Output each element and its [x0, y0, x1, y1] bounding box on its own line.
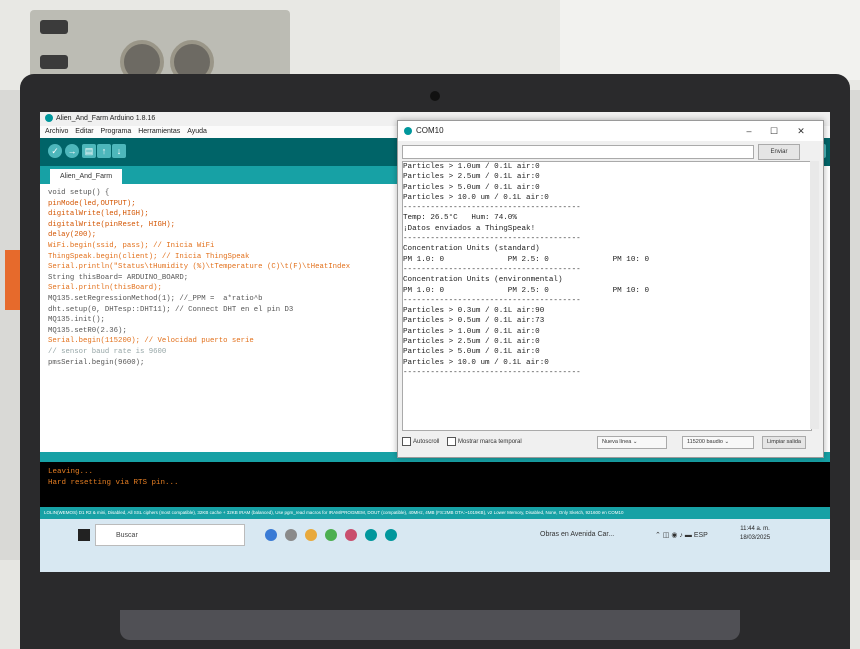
verify-icon[interactable]: ✓ — [48, 144, 62, 158]
serial-line: --------------------------------------- — [403, 204, 581, 213]
timestamp-label: Mostrar marca temporal — [458, 439, 522, 445]
taskview-icon[interactable] — [265, 529, 277, 541]
system-tray[interactable]: ⌃ ◫ ◉ ♪ ▬ ESP — [655, 531, 708, 539]
taskbar-clock[interactable]: 11:44 a. m. 18/03/2025 — [740, 525, 770, 543]
windows-taskbar: Buscar Obras en Avenida Car... ⌃ ◫ ◉ ♪ ▬… — [40, 519, 830, 572]
serial-line: Particles > 0.3um / 0.1L air:90 — [403, 307, 545, 316]
save-file-icon[interactable]: ↓ — [112, 144, 126, 158]
serial-line: --------------------------------------- — [403, 235, 581, 244]
serial-line: Particles > 2.5um / 0.1L air:0 — [403, 338, 540, 347]
menu-programa[interactable]: Programa — [101, 128, 132, 135]
ide-window-title: Alien_And_Farm Arduino 1.8.16 — [56, 115, 156, 122]
checkbox-icon — [402, 436, 411, 446]
serial-monitor-window: COM10 – ☐ ✕ Enviar Particles > 1.0um / 0… — [397, 120, 824, 458]
menu-editar[interactable]: Editar — [75, 128, 93, 135]
chevron-down-icon: ⌄ — [724, 439, 730, 445]
laptop-screen: Alien_And_Farm Arduino 1.8.16 Archivo Ed… — [40, 112, 830, 572]
minimize-icon[interactable]: – — [738, 121, 760, 141]
instrument-key — [40, 55, 68, 69]
output-console: Leaving... Hard resetting via RTS pin... — [40, 462, 830, 507]
serial-line: Particles > 1.0um / 0.1L air:0 — [403, 327, 540, 336]
maximize-icon[interactable]: ☐ — [763, 121, 785, 141]
serial-line: --------------------------------------- — [403, 265, 581, 274]
board-status-bar: LOLIN(WEMOS) D1 R2 & mini, Disabled, All… — [40, 507, 830, 519]
serial-line: Particles > 5.0um / 0.1L air:0 — [403, 348, 540, 357]
laptop-hinge — [120, 610, 740, 640]
serial-window-title: COM10 — [416, 126, 444, 135]
baud-rate-value: 115200 baudio — [687, 439, 723, 445]
console-line: Hard resetting via RTS pin... — [48, 479, 179, 487]
open-file-icon[interactable]: ↑ — [97, 144, 111, 158]
serial-line: Particles > 10.0 um / 0.1L air:0 — [403, 193, 549, 202]
autoscroll-checkbox[interactable]: Autoscroll — [402, 436, 440, 446]
browser-icon[interactable] — [325, 529, 337, 541]
serial-line: Particles > 10.0 um / 0.1L air:0 — [403, 358, 549, 367]
serial-output[interactable]: Particles > 1.0um / 0.1L air:0 Particles… — [402, 161, 812, 431]
clear-output-button[interactable]: Limpiar salida — [762, 436, 806, 449]
instrument-key — [40, 20, 68, 34]
serial-send-input[interactable] — [402, 145, 754, 159]
baud-rate-select[interactable]: 115200 baudio ⌄ — [682, 436, 754, 449]
taskbar-search[interactable]: Buscar — [95, 524, 245, 546]
line-ending-value: Nueva línea — [602, 439, 632, 445]
background-box — [560, 0, 860, 80]
close-icon[interactable]: ✕ — [790, 121, 812, 141]
upload-icon[interactable]: → — [65, 144, 79, 158]
language-indicator[interactable]: ESP — [694, 532, 708, 539]
serial-line: --------------------------------------- — [403, 368, 581, 377]
line-ending-select[interactable]: Nueva línea ⌄ — [597, 436, 667, 449]
arduino-taskbar-icon-2[interactable] — [385, 529, 397, 541]
serial-title-bar: COM10 – ☐ ✕ — [398, 121, 823, 141]
console-line: Leaving... — [48, 468, 94, 476]
menu-herramientas[interactable]: Herramientas — [138, 128, 180, 135]
serial-line: Particles > 5.0um / 0.1L air:0 — [403, 183, 540, 192]
timestamp-checkbox[interactable]: Mostrar marca temporal — [447, 436, 522, 446]
weather-widget[interactable]: Obras en Avenida Car... — [540, 531, 614, 538]
tab-alien-and-farm[interactable]: Alien_And_Farm — [50, 169, 123, 184]
serial-line: Particles > 1.0um / 0.1L air:0 — [403, 163, 540, 171]
windows-start-icon[interactable] — [78, 529, 90, 541]
serial-line: Concentration Units (standard) — [403, 245, 540, 254]
autoscroll-label: Autoscroll — [413, 439, 440, 445]
file-explorer-icon[interactable] — [285, 529, 297, 541]
chevron-down-icon: ⌄ — [632, 439, 638, 445]
new-file-icon[interactable]: ▤ — [82, 144, 96, 158]
webcam — [430, 91, 440, 101]
app-icon[interactable] — [345, 529, 357, 541]
serial-line: ¡Datos enviados a ThingSpeak! — [403, 224, 536, 233]
serial-line: PM 1.0: 0 PM 2.5: 0 PM 10: 0 — [403, 286, 650, 295]
lab-instrument — [30, 10, 290, 84]
serial-line: Concentration Units (environmental) — [403, 276, 563, 285]
serial-line: Particles > 0.5um / 0.1L air:73 — [403, 317, 545, 326]
serial-line: Temp: 26.5°C Hum: 74.0% — [403, 214, 517, 223]
folder-icon[interactable] — [305, 529, 317, 541]
arduino-icon — [45, 114, 53, 123]
serial-controls: Autoscroll Mostrar marca temporal Nueva … — [402, 433, 817, 451]
clock-time: 11:44 a. m. — [740, 526, 770, 532]
serial-line: PM 1.0: 0 PM 2.5: 0 PM 10: 0 — [403, 255, 650, 264]
serial-scrollbar[interactable] — [810, 161, 819, 429]
menu-archivo[interactable]: Archivo — [45, 128, 68, 135]
menu-ayuda[interactable]: Ayuda — [187, 128, 207, 135]
serial-line: Particles > 2.5um / 0.1L air:0 — [403, 173, 540, 182]
send-button[interactable]: Enviar — [758, 144, 800, 160]
arduino-icon — [404, 126, 412, 135]
arduino-taskbar-icon[interactable] — [365, 529, 377, 541]
serial-line: --------------------------------------- — [403, 296, 581, 305]
clock-date: 18/03/2025 — [740, 535, 771, 541]
checkbox-icon — [447, 436, 457, 446]
